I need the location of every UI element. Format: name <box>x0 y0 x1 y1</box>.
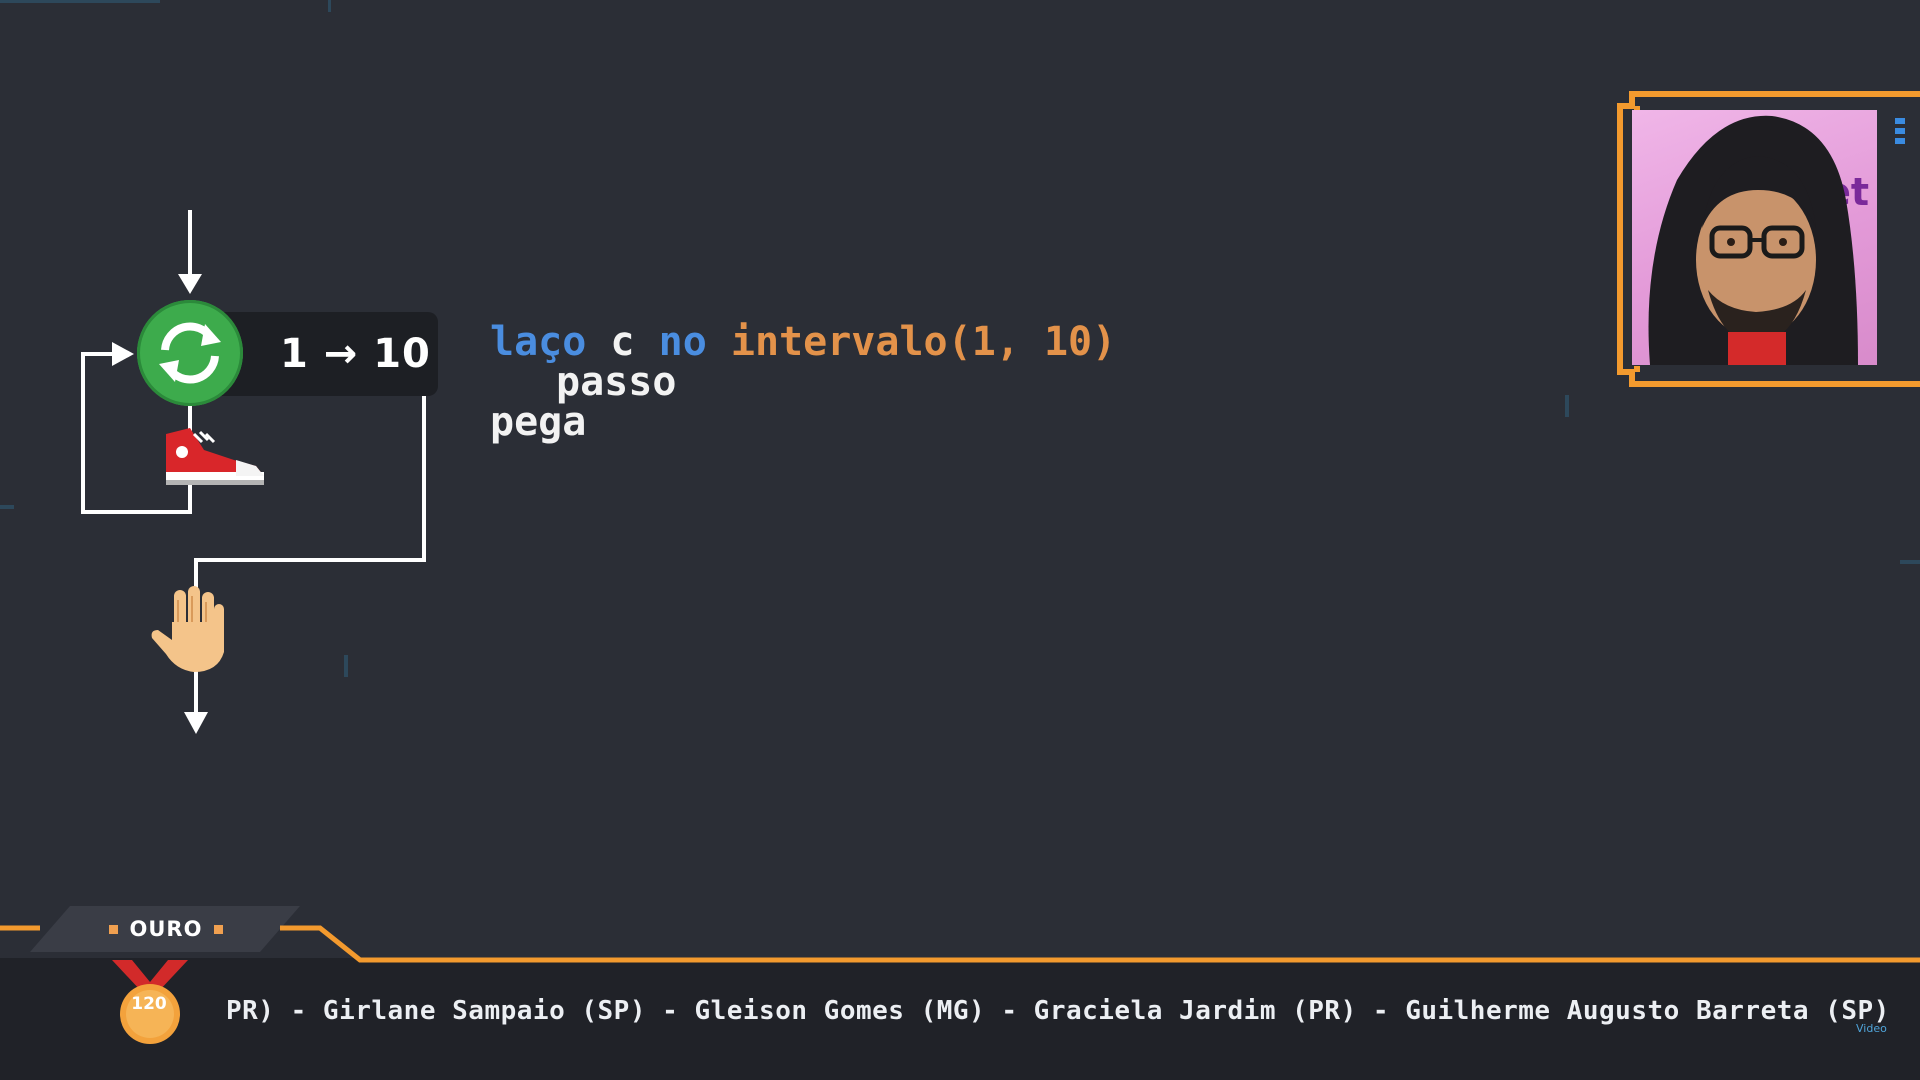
code-line-1: laço c no intervalo(1, 10) <box>490 322 1116 362</box>
code-take-statement: pega <box>490 399 587 445</box>
rank-tier-tab: OURO <box>42 906 290 952</box>
code-function-call: intervalo(1, 10) <box>730 319 1117 365</box>
hand-icon <box>151 586 224 672</box>
webcam-indicator <box>1895 118 1905 144</box>
medal-value: 120 <box>131 994 167 1014</box>
supporters-ticker: PR) - Girlane Sampaio (SP) - Gleison Gom… <box>226 996 1890 1026</box>
video-badge: Video <box>1856 1022 1887 1035</box>
code-line-3: pega <box>490 402 1116 442</box>
sneaker-icon <box>166 428 264 485</box>
rank-tier-label: OURO <box>129 917 203 941</box>
tab-marker-right <box>214 924 224 934</box>
presenter-image <box>1648 115 1858 365</box>
glitch-decoration <box>1565 395 1569 417</box>
webcam-feed: et <box>1632 110 1877 365</box>
pseudocode-block: laço c no intervalo(1, 10) passo pega <box>490 322 1116 442</box>
loop-node <box>137 300 243 406</box>
code-line-2: passo <box>490 362 1116 402</box>
glitch-decoration <box>1900 560 1920 564</box>
tab-marker-left <box>108 924 118 934</box>
loop-range-label: 1 → 10 <box>216 312 438 396</box>
refresh-icon <box>159 322 221 384</box>
loop-flowchart: 1 → 10 <box>0 0 520 760</box>
